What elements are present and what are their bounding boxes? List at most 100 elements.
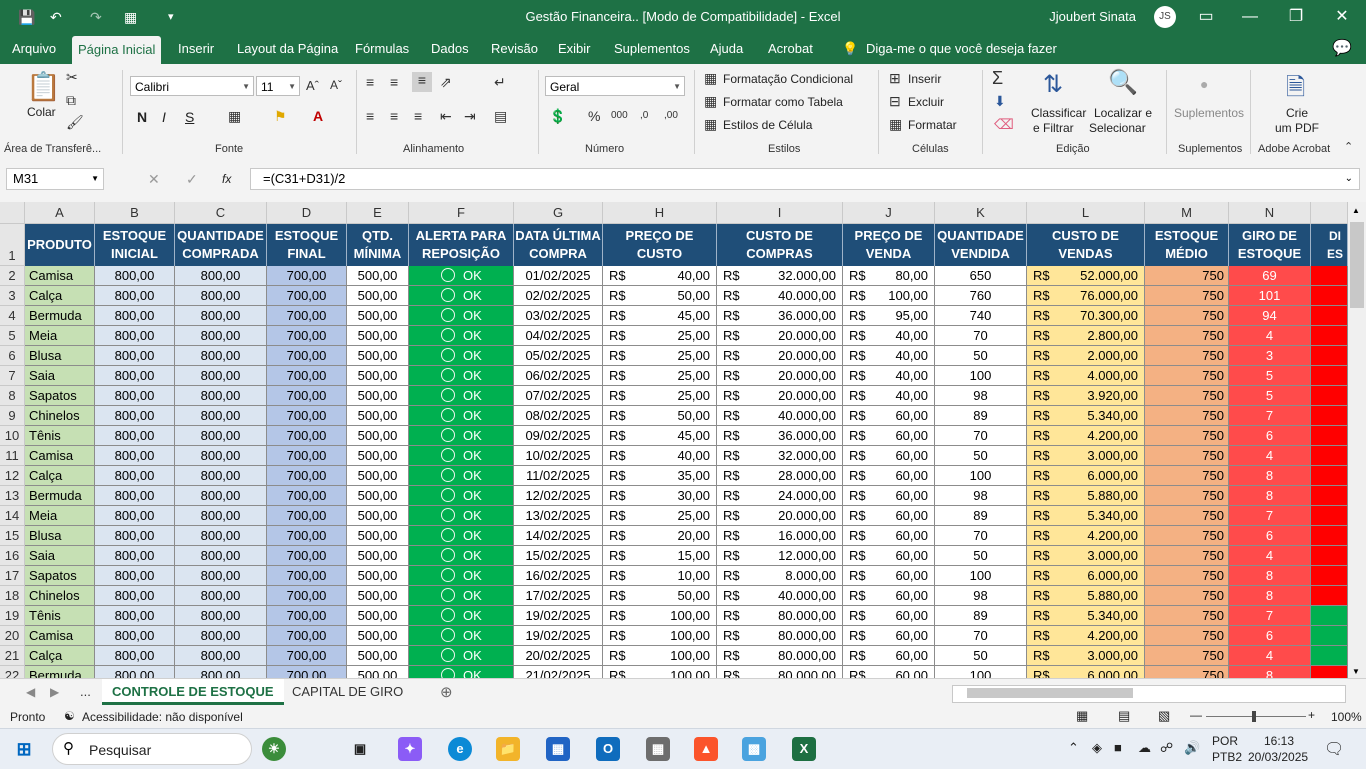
table-cell[interactable]: 69 bbox=[1229, 266, 1311, 286]
table-cell-o[interactable] bbox=[1311, 486, 1348, 506]
table-cell[interactable]: 500,00 bbox=[347, 386, 409, 406]
table-cell-o[interactable] bbox=[1311, 526, 1348, 546]
table-cell[interactable]: OK bbox=[409, 526, 514, 546]
table-cell[interactable]: Meia bbox=[25, 326, 95, 346]
table-cell[interactable]: 500,00 bbox=[347, 406, 409, 426]
table-cell[interactable]: 650 bbox=[935, 266, 1027, 286]
row-header[interactable]: 11 bbox=[0, 446, 25, 466]
column-header-a[interactable]: A bbox=[25, 202, 95, 224]
table-cell[interactable]: R$ 30,00 bbox=[603, 486, 717, 506]
table-cell[interactable]: 03/02/2025 bbox=[514, 306, 603, 326]
table-cell[interactable]: Tênis bbox=[25, 426, 95, 446]
table-cell[interactable]: 20/02/2025 bbox=[514, 646, 603, 666]
store-icon[interactable]: ▦ bbox=[546, 737, 570, 761]
network-icon[interactable]: ☍ bbox=[1160, 740, 1173, 756]
table-cell[interactable]: 500,00 bbox=[347, 286, 409, 306]
table-cell[interactable]: 700,00 bbox=[267, 566, 347, 586]
table-cell[interactable]: 740 bbox=[935, 306, 1027, 326]
comma-style-icon[interactable]: 000 bbox=[611, 110, 628, 121]
table-cell-o[interactable] bbox=[1311, 626, 1348, 646]
table-cell[interactable]: 800,00 bbox=[175, 666, 267, 678]
row-header[interactable]: 19 bbox=[0, 606, 25, 626]
table-cell[interactable]: 50 bbox=[935, 446, 1027, 466]
table-cell[interactable]: 800,00 bbox=[175, 346, 267, 366]
table-cell[interactable]: R$ 25,00 bbox=[603, 346, 717, 366]
wrap-text-icon[interactable]: ↵ bbox=[494, 74, 506, 91]
table-cell[interactable]: 700,00 bbox=[267, 466, 347, 486]
table-cell[interactable]: R$ 50,00 bbox=[603, 586, 717, 606]
restore-icon[interactable]: ❐ bbox=[1276, 4, 1316, 30]
table-header-cell[interactable]: QUANTIDADE VENDIDA bbox=[935, 224, 1027, 266]
table-cell[interactable]: 750 bbox=[1145, 266, 1229, 286]
table-cell[interactable]: 800,00 bbox=[175, 526, 267, 546]
table-cell[interactable]: R$ 20.000,00 bbox=[717, 506, 843, 526]
table-cell[interactable]: 50 bbox=[935, 646, 1027, 666]
table-cell[interactable]: 700,00 bbox=[267, 646, 347, 666]
percent-icon[interactable]: % bbox=[588, 108, 600, 124]
table-cell[interactable]: 8 bbox=[1229, 586, 1311, 606]
table-cell[interactable]: R$ 50,00 bbox=[603, 406, 717, 426]
table-cell[interactable]: 800,00 bbox=[175, 426, 267, 446]
column-header-m[interactable]: M bbox=[1145, 202, 1229, 224]
horizontal-scrollbar[interactable] bbox=[952, 685, 1346, 703]
table-cell[interactable]: 750 bbox=[1145, 566, 1229, 586]
table-cell[interactable]: 800,00 bbox=[95, 586, 175, 606]
table-cell[interactable]: R$ 52.000,00 bbox=[1027, 266, 1145, 286]
table-cell[interactable]: R$ 15,00 bbox=[603, 546, 717, 566]
table-cell[interactable]: R$ 80.000,00 bbox=[717, 646, 843, 666]
italic-button[interactable]: I bbox=[162, 109, 166, 125]
table-cell[interactable]: 100 bbox=[935, 366, 1027, 386]
language-line2[interactable]: PTB2 bbox=[1212, 750, 1242, 764]
table-cell[interactable]: 800,00 bbox=[175, 366, 267, 386]
table-cell[interactable]: 8 bbox=[1229, 466, 1311, 486]
cut-icon[interactable]: ✂ bbox=[66, 69, 78, 86]
table-cell[interactable]: 800,00 bbox=[95, 626, 175, 646]
table-cell[interactable]: 89 bbox=[935, 506, 1027, 526]
table-cell[interactable]: 100 bbox=[935, 666, 1027, 678]
table-cell-o[interactable] bbox=[1311, 326, 1348, 346]
table-cell[interactable]: 700,00 bbox=[267, 546, 347, 566]
table-cell[interactable]: 70 bbox=[935, 326, 1027, 346]
insert-cells-button[interactable]: Inserir bbox=[908, 72, 941, 86]
table-cell[interactable]: 500,00 bbox=[347, 546, 409, 566]
table-cell-o[interactable] bbox=[1311, 546, 1348, 566]
table-cell[interactable]: OK bbox=[409, 646, 514, 666]
notifications-icon[interactable]: 🗨 bbox=[1324, 739, 1344, 759]
column-header-l[interactable]: L bbox=[1027, 202, 1145, 224]
table-cell[interactable]: R$ 4.200,00 bbox=[1027, 526, 1145, 546]
table-cell[interactable]: 8 bbox=[1229, 666, 1311, 678]
table-cell[interactable]: 700,00 bbox=[267, 286, 347, 306]
table-cell[interactable]: 500,00 bbox=[347, 666, 409, 678]
increase-decimal-icon[interactable]: ,0 bbox=[640, 110, 648, 121]
table-cell[interactable]: R$ 4.200,00 bbox=[1027, 426, 1145, 446]
table-cell[interactable]: 98 bbox=[935, 486, 1027, 506]
table-cell[interactable]: Calça bbox=[25, 466, 95, 486]
table-cell[interactable]: R$ 50,00 bbox=[603, 286, 717, 306]
table-cell-o[interactable] bbox=[1311, 646, 1348, 666]
table-cell[interactable]: R$ 60,00 bbox=[843, 666, 935, 678]
table-cell[interactable]: Meia bbox=[25, 506, 95, 526]
table-cell[interactable]: 12/02/2025 bbox=[514, 486, 603, 506]
zoom-out-icon[interactable]: — bbox=[1190, 708, 1202, 722]
table-cell[interactable]: OK bbox=[409, 506, 514, 526]
tab-controle-estoque[interactable]: CONTROLE DE ESTOQUE bbox=[102, 679, 284, 705]
table-header-cell[interactable]: DATA ÚLTIMA COMPRA bbox=[514, 224, 603, 266]
copilot-icon[interactable]: ✦ bbox=[398, 737, 422, 761]
table-cell[interactable]: 800,00 bbox=[95, 426, 175, 446]
table-cell[interactable]: 800,00 bbox=[175, 626, 267, 646]
table-cell-o[interactable] bbox=[1311, 566, 1348, 586]
number-format-select[interactable]: Geral ▼ bbox=[545, 76, 685, 96]
cell-styles-button[interactable]: Estilos de Célula bbox=[723, 118, 812, 132]
table-cell[interactable]: R$ 20.000,00 bbox=[717, 326, 843, 346]
cell-styles-icon[interactable]: ▦ bbox=[704, 116, 717, 133]
table-cell[interactable]: R$ 3.920,00 bbox=[1027, 386, 1145, 406]
decrease-decimal-icon[interactable]: ,00 bbox=[664, 110, 678, 121]
table-cell[interactable]: R$ 60,00 bbox=[843, 546, 935, 566]
close-icon[interactable]: ✕ bbox=[1322, 4, 1362, 30]
table-cell[interactable]: R$ 45,00 bbox=[603, 306, 717, 326]
accessibility-icon[interactable]: ☯ bbox=[64, 709, 75, 723]
table-cell-o[interactable] bbox=[1311, 586, 1348, 606]
table-cell-o[interactable] bbox=[1311, 286, 1348, 306]
table-cell[interactable]: 89 bbox=[935, 606, 1027, 626]
table-header-cell[interactable]: ESTOQUE INICIAL bbox=[95, 224, 175, 266]
